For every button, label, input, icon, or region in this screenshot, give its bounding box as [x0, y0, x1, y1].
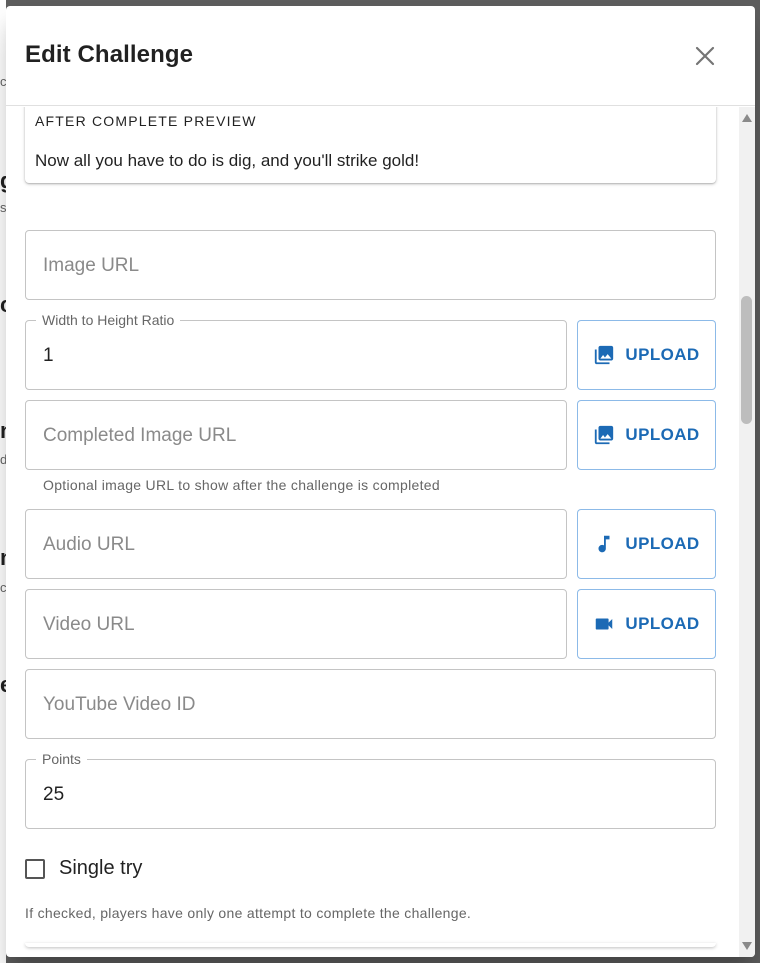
image-url-placeholder: Image URL — [43, 255, 140, 276]
upload-label: UPLOAD — [625, 534, 700, 553]
upload-label: UPLOAD — [625, 425, 700, 444]
upload-label: UPLOAD — [625, 614, 700, 633]
completed-image-url-placeholder: Completed Image URL — [43, 425, 237, 446]
upload-label: UPLOAD — [625, 345, 700, 364]
video-url-placeholder: Video URL — [43, 614, 135, 635]
single-try-label[interactable]: Single try — [59, 857, 142, 880]
upload-image-button[interactable]: UPLOAD — [577, 320, 716, 390]
ratio-label: Width to Height Ratio — [36, 312, 181, 328]
preview-heading: AFTER COMPLETE PREVIEW — [35, 113, 257, 129]
points-label: Points — [36, 751, 87, 767]
scroll-up-arrow-icon[interactable] — [742, 114, 752, 122]
preview-text: Now all you have to do is dig, and you'l… — [35, 151, 420, 170]
upload-audio-button[interactable]: UPLOAD — [577, 509, 716, 579]
upload-video-button[interactable]: UPLOAD — [577, 589, 716, 659]
upload-completed-image-button[interactable]: UPLOAD — [577, 400, 716, 470]
music-note-icon — [598, 535, 610, 553]
edit-challenge-dialog: Edit Challenge AFTER COMPLETE PREVIEW No… — [6, 6, 755, 957]
close-button[interactable] — [686, 37, 724, 75]
after-complete-preview-card: AFTER COMPLETE PREVIEW Now all you have … — [25, 107, 716, 183]
scroll-down-arrow-icon[interactable] — [742, 942, 752, 950]
audio-url-placeholder: Audio URL — [43, 534, 135, 555]
single-try-helper-text: If checked, players have only one attemp… — [25, 905, 472, 921]
completed-image-url-field[interactable]: Completed Image URL — [25, 400, 567, 470]
single-try-checkbox[interactable] — [25, 858, 45, 879]
ratio-value: 1 — [43, 345, 54, 366]
image-url-field[interactable]: Image URL — [25, 230, 716, 300]
youtube-video-id-placeholder: YouTube Video ID — [43, 694, 196, 715]
single-try-row[interactable]: Single try — [25, 857, 142, 880]
youtube-video-id-field[interactable]: YouTube Video ID — [25, 669, 716, 739]
image-icon — [595, 345, 614, 365]
audio-url-field[interactable]: Audio URL — [25, 509, 567, 579]
scrollbar[interactable] — [739, 107, 755, 957]
video-url-field[interactable]: Video URL — [25, 589, 567, 659]
points-value: 25 — [43, 784, 65, 805]
scrollbar-thumb[interactable] — [741, 296, 752, 424]
dialog-header: Edit Challenge — [6, 6, 755, 106]
card-bottom-edge — [25, 943, 716, 947]
points-field[interactable]: Points 25 — [25, 751, 716, 829]
videocam-icon — [596, 618, 613, 630]
completed-image-helper-text: Optional image URL to show after the cha… — [43, 477, 440, 493]
dialog-title: Edit Challenge — [25, 41, 194, 68]
dialog-content[interactable]: AFTER COMPLETE PREVIEW Now all you have … — [6, 107, 740, 957]
image-icon — [595, 425, 614, 445]
close-icon — [695, 46, 715, 66]
ratio-field[interactable]: Width to Height Ratio 1 — [25, 312, 567, 390]
